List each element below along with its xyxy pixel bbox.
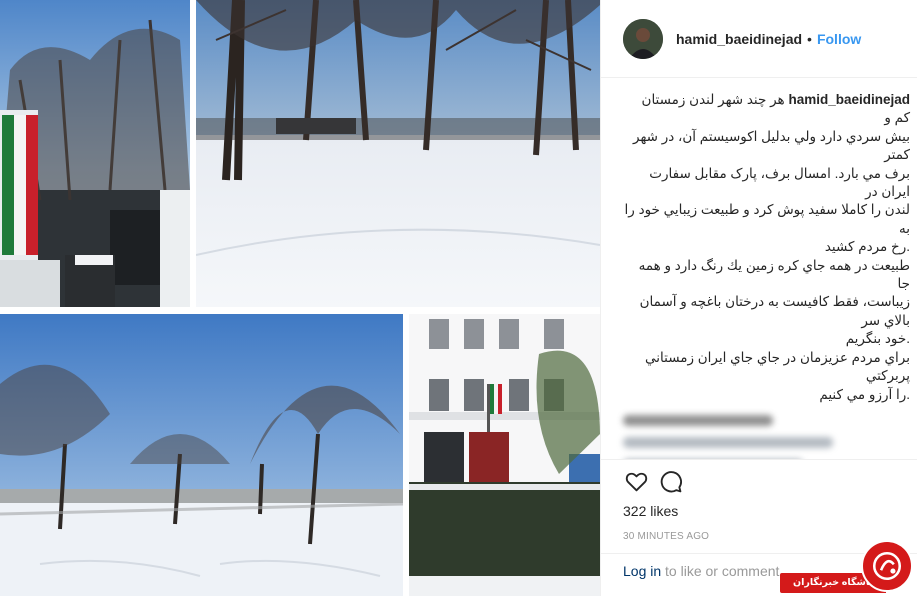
caption-line-2: بيش سردي دارد ولي بدليل اکوسيستم آن، در … <box>633 128 910 163</box>
photo-snowy-park-trees <box>196 0 600 307</box>
instagram-post: hamid_baeidinejad • Follow hamid_baeidin… <box>0 0 917 596</box>
comment-icon[interactable] <box>653 464 687 498</box>
photo-embassy-building <box>409 314 600 596</box>
caption-line-3: برف مي بارد. امسال برف، پارک مقابل سفارت… <box>649 165 910 200</box>
heart-icon[interactable] <box>619 464 653 498</box>
login-link[interactable]: Log in <box>623 563 661 579</box>
post-sidebar: hamid_baeidinejad • Follow hamid_baeidin… <box>600 0 917 596</box>
likes-count[interactable]: 322 likes <box>623 503 917 519</box>
login-text: to like or comment. <box>661 563 784 579</box>
post-header: hamid_baeidinejad • Follow <box>601 0 917 78</box>
post-caption: hamid_baeidinejad هر چند شهر لندن زمستان… <box>623 91 910 404</box>
blurred-comment-line <box>623 436 833 448</box>
caption-line-6: طبيعت در همه جاي کره زمين يك رنگ دارد و … <box>638 257 910 292</box>
post-photo-collage[interactable] <box>0 0 600 596</box>
caption-line-4: لندن را کاملا سفيد پوش کرد و طبيعت زيباي… <box>624 202 910 236</box>
action-icons <box>619 464 917 498</box>
separator-dot: • <box>807 30 812 47</box>
photo-snow-field-blue-sky <box>0 314 403 596</box>
post-actions: 322 likes 30 MINUTES AGO <box>601 459 917 542</box>
caption-line-9: براي مردم عزيزمان در جاي جاي ايران زمستا… <box>645 349 910 384</box>
avatar[interactable] <box>623 18 663 59</box>
caption-line-8: .خود بنگريم <box>845 331 910 347</box>
comments-section: hamid_baeidinejad هر چند شهر لندن زمستان… <box>601 79 917 459</box>
follow-button[interactable]: Follow <box>817 31 861 47</box>
caption-line-10: .را آرزو مي کنيم <box>819 386 910 402</box>
watermark-logo-icon <box>861 540 913 592</box>
caption-username[interactable]: hamid_baeidinejad <box>788 92 910 107</box>
blurred-comments <box>623 414 910 459</box>
blurred-comment-line <box>623 414 773 426</box>
caption-line-7: زيباست، فقط کافيست به درختان باغچه و آسم… <box>639 294 910 328</box>
news-agency-watermark: باشگاه خبرنگاران <box>780 540 917 596</box>
caption-line-1: hamid_baeidinejad هر چند شهر لندن زمستان… <box>623 91 910 128</box>
username-link[interactable]: hamid_baeidinejad <box>676 31 802 47</box>
photo-flag-garden <box>0 0 190 307</box>
caption-line-5: .رخ مردم کشيد <box>824 239 910 255</box>
